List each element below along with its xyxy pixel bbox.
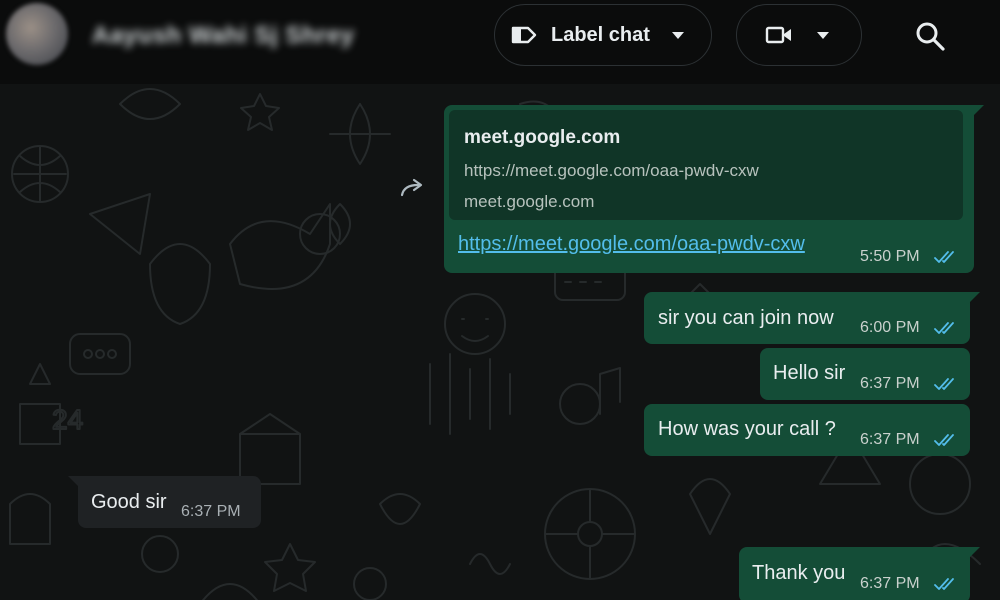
message-time: 6:37 PM (860, 375, 920, 392)
video-call-button[interactable] (736, 4, 862, 66)
message-time: 6:37 PM (860, 575, 920, 592)
chevron-down-icon (671, 31, 684, 39)
svg-text:24: 24 (52, 404, 83, 435)
bubble-tail (68, 476, 80, 488)
message-text: How was your call ? (658, 418, 836, 440)
label-chat-button[interactable]: Label chat (494, 4, 712, 66)
link-preview-card[interactable]: meet.google.com https://meet.google.com/… (449, 110, 963, 220)
link-preview-domain: meet.google.com (464, 192, 595, 211)
forward-icon[interactable] (398, 177, 428, 199)
contact-avatar[interactable] (6, 3, 68, 65)
outgoing-message[interactable]: How was your call ? 6:37 PM (644, 404, 970, 456)
outgoing-message-link[interactable]: meet.google.com https://meet.google.com/… (444, 105, 974, 273)
link-preview-url: https://meet.google.com/oaa-pwdv-cxw (464, 161, 759, 180)
message-time: 5:50 PM (860, 248, 920, 265)
read-receipt-icon (934, 434, 954, 446)
read-receipt-icon (934, 251, 954, 263)
outgoing-message[interactable]: Thank you 6:37 PM (739, 547, 970, 600)
bubble-tail (972, 105, 984, 117)
label-chat-label: Label chat (551, 23, 650, 46)
chat-background: 24 meet.google.com https://meet.google.c… (0, 84, 1000, 600)
chat-header: Aayush Wahi Sj Shrey Label chat (0, 0, 1000, 72)
link-preview-title: meet.google.com (464, 127, 621, 148)
bubble-tail (968, 547, 980, 559)
incoming-message[interactable]: Good sir 6:37 PM (78, 476, 261, 528)
chevron-down-icon (817, 31, 829, 39)
read-receipt-icon (934, 378, 954, 390)
outgoing-message[interactable]: Hello sir 6:37 PM (760, 348, 970, 400)
bubble-tail (968, 292, 980, 304)
message-time: 6:37 PM (860, 431, 920, 448)
contact-name[interactable]: Aayush Wahi Sj Shrey (92, 22, 355, 50)
message-text: Good sir (91, 491, 167, 513)
read-receipt-icon (934, 322, 954, 334)
message-text: sir you can join now (658, 307, 834, 329)
message-text: Hello sir (773, 362, 846, 384)
label-tag-icon (511, 26, 537, 44)
message-time: 6:00 PM (860, 319, 920, 336)
message-text: Thank you (752, 562, 846, 584)
read-receipt-icon (934, 578, 954, 590)
message-link[interactable]: https://meet.google.com/oaa-pwdv-cxw (458, 233, 805, 256)
message-time: 6:37 PM (181, 503, 241, 520)
outgoing-message[interactable]: sir you can join now 6:00 PM (644, 292, 970, 344)
video-camera-icon (765, 26, 791, 44)
search-icon[interactable] (912, 18, 948, 54)
